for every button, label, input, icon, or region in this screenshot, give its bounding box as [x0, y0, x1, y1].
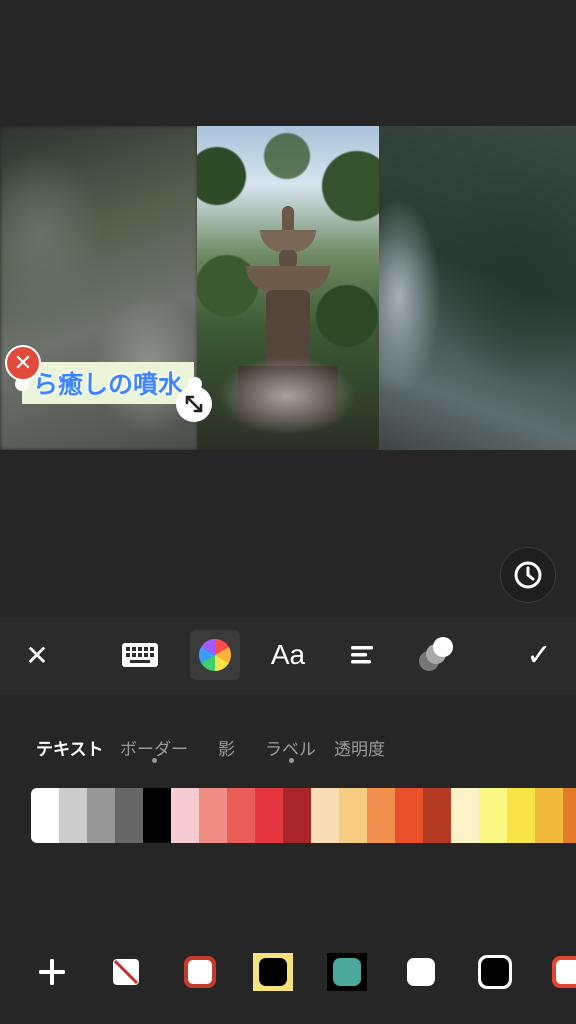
preset-none[interactable]	[106, 952, 146, 992]
opacity-icon	[419, 637, 453, 671]
color-swatch[interactable]	[199, 788, 227, 843]
preset-red-outline[interactable]	[548, 952, 576, 992]
close-icon: ✕	[25, 638, 49, 672]
tab-opacity[interactable]: 透明度	[334, 735, 385, 760]
align-left-icon	[351, 646, 373, 664]
white-fill-style-icon	[407, 958, 435, 986]
color-swatch[interactable]	[255, 788, 283, 843]
align-button[interactable]	[337, 630, 387, 680]
black-outline-style-icon	[478, 955, 512, 989]
color-swatch[interactable]	[283, 788, 311, 843]
clock-icon	[514, 561, 542, 589]
color-swatch[interactable]	[143, 788, 171, 843]
confirm-button[interactable]: ✓	[514, 630, 564, 680]
water-spray	[217, 356, 357, 436]
color-swatch[interactable]	[563, 788, 576, 843]
color-swatch[interactable]	[535, 788, 563, 843]
color-swatch[interactable]	[507, 788, 535, 843]
tab-border[interactable]: ボーダー	[120, 735, 188, 760]
add-icon	[39, 959, 65, 985]
no-style-icon	[113, 959, 139, 985]
font-button[interactable]: Aa	[262, 630, 314, 680]
preset-yellow-label[interactable]	[253, 952, 293, 992]
opacity-button[interactable]	[410, 630, 460, 680]
blurred-background-right	[379, 126, 576, 450]
keyboard-button[interactable]	[115, 630, 165, 680]
add-preset-button[interactable]	[32, 952, 72, 992]
color-swatch[interactable]	[339, 788, 367, 843]
sticker-resize-button[interactable]	[176, 386, 212, 422]
color-swatch[interactable]	[451, 788, 479, 843]
tab-text[interactable]: テキスト	[36, 735, 104, 760]
color-swatch[interactable]	[395, 788, 423, 843]
preset-white-fill[interactable]	[401, 952, 441, 992]
yellow-label-style-icon	[253, 953, 293, 991]
color-swatch[interactable]	[479, 788, 507, 843]
red-outline-style-icon	[552, 956, 576, 988]
preset-red-border[interactable]	[180, 952, 220, 992]
color-palette	[31, 788, 576, 843]
text-sticker[interactable]: ら癒しの噴水	[22, 362, 194, 404]
sticker-delete-button[interactable]: ✕	[5, 345, 41, 381]
color-button[interactable]	[190, 630, 240, 680]
red-border-style-icon	[184, 956, 216, 988]
close-icon: ✕	[13, 350, 33, 376]
sticker-text: ら癒しの噴水	[32, 370, 183, 399]
color-swatch[interactable]	[59, 788, 87, 843]
color-swatch[interactable]	[311, 788, 339, 843]
font-label: Aa	[270, 639, 306, 670]
color-wheel-icon	[198, 639, 232, 671]
preset-black-outline[interactable]	[475, 952, 515, 992]
color-swatch[interactable]	[171, 788, 199, 843]
color-swatch[interactable]	[87, 788, 115, 843]
text-edit-toolbar: ✕ Aa ✓	[0, 618, 576, 694]
keyboard-icon	[122, 643, 158, 667]
color-swatch[interactable]	[31, 788, 59, 843]
fountain-bowl-lower	[246, 266, 330, 292]
teal-label-style-icon	[327, 953, 367, 991]
check-icon: ✓	[526, 637, 552, 673]
close-button[interactable]: ✕	[12, 630, 62, 680]
color-swatch[interactable]	[423, 788, 451, 843]
fountain-photo	[197, 126, 379, 450]
color-swatch[interactable]	[227, 788, 255, 843]
resize-arrows-icon	[185, 395, 203, 413]
tab-border-indicator	[152, 758, 157, 763]
history-button[interactable]	[500, 547, 556, 603]
tab-label-indicator	[289, 758, 294, 763]
color-swatch[interactable]	[115, 788, 143, 843]
style-presets-bar	[0, 944, 576, 1000]
preset-teal-label[interactable]	[327, 952, 367, 992]
color-swatch[interactable]	[367, 788, 395, 843]
tab-shadow[interactable]: 影	[218, 735, 235, 760]
tab-label[interactable]: ラベル	[265, 735, 316, 760]
